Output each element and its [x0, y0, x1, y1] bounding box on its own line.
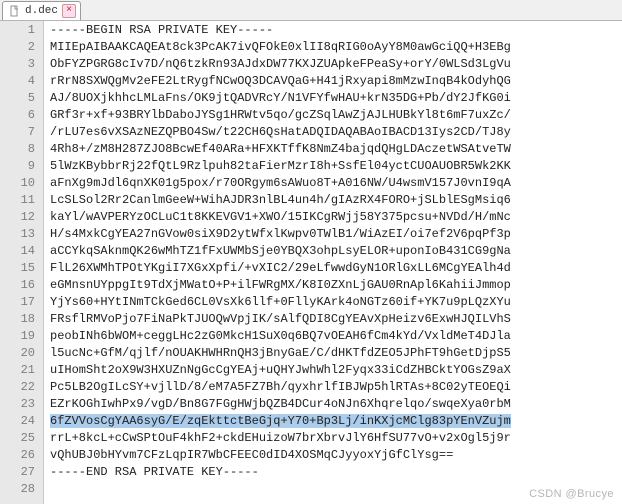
selected-text: 6fZVVosCgYAA6syG/E/zqEkttctBeGjq+Y70+Bp3… [50, 414, 511, 428]
file-icon [9, 5, 21, 17]
line-number: 1 [0, 22, 43, 39]
code-editor[interactable]: 1234567891011121314151617181920212223242… [0, 21, 622, 504]
code-line: -----END RSA PRIVATE KEY----- [50, 464, 622, 481]
code-line: LcSLSol2Rr2CanlmGeeW+WihAJDR3nlBL4un4h/g… [50, 192, 622, 209]
code-line [50, 481, 622, 498]
code-line: kaYl/wAVPERYzOCLuC1t8KKEVGV1+XWO/15IKCgR… [50, 209, 622, 226]
code-area[interactable]: -----BEGIN RSA PRIVATE KEY-----MIIEpAIBA… [44, 21, 622, 504]
code-line: eGMnsnUYppgIt9TdXjMWatO+P+ilFWRgMX/K8I0Z… [50, 277, 622, 294]
code-line: vQhUBJ0bHYvm7CFzLqpIR7WbCFEEC0dID4XOSMqC… [50, 447, 622, 464]
line-number-gutter: 1234567891011121314151617181920212223242… [0, 21, 44, 504]
tab-bar: d.dec × [0, 0, 622, 21]
editor-window: d.dec × 12345678910111213141516171819202… [0, 0, 622, 504]
code-line: uIHomSht2oX9W3HXUZnNgGcCgYEAj+uQHYJwhWhl… [50, 362, 622, 379]
line-number: 2 [0, 39, 43, 56]
code-line: YjYs60+HYtINmTCkGed6CL0VsXk6llf+0FllyKAr… [50, 294, 622, 311]
line-number: 25 [0, 430, 43, 447]
line-number: 9 [0, 158, 43, 175]
line-number: 13 [0, 226, 43, 243]
line-number: 5 [0, 90, 43, 107]
line-number: 27 [0, 464, 43, 481]
file-tab-label: d.dec [25, 5, 62, 17]
line-number: 11 [0, 192, 43, 209]
line-number: 14 [0, 243, 43, 260]
line-number: 10 [0, 175, 43, 192]
code-line: AJ/8UOXjkhhcLMLaFns/OK9jtQADVRcY/N1VFYfw… [50, 90, 622, 107]
code-line: l5ucNc+GfM/qjlf/nOUAKHWHRnQH3jBnyGaE/C/d… [50, 345, 622, 362]
line-number: 4 [0, 73, 43, 90]
line-number: 6 [0, 107, 43, 124]
code-line: rRrN8SXWQgMv2eFE2LtRygfNCwOQ3DCAVQaG+H41… [50, 73, 622, 90]
code-line: peobINh6bWOM+ceggLHc2zG0MkcH1SuX0q6BQ7vO… [50, 328, 622, 345]
code-line: 5lWzKBybbrRj22fQtL9Rzlpuh82taFierMzrI8h+… [50, 158, 622, 175]
code-line: aFnXg9mJdl6qnXK01g5pox/r70ORgym6sAWuo8T+… [50, 175, 622, 192]
line-number: 3 [0, 56, 43, 73]
line-number: 26 [0, 447, 43, 464]
code-line: H/s4MxkCgYEA27nGVow0siX9D2ytWfxlKwpv0TWl… [50, 226, 622, 243]
code-line: MIIEpAIBAAKCAQEAt8ck3PcAK7ivQFOkE0xlII8q… [50, 39, 622, 56]
code-line: Pc5LB2OgILcSY+vjllD/8/eM7A5FZ7Bh/qyxhrlf… [50, 379, 622, 396]
code-line: GRf3r+xf+93BRYlbDaboJYSg1HRWtv5qo/gcZSql… [50, 107, 622, 124]
code-line: -----BEGIN RSA PRIVATE KEY----- [50, 22, 622, 39]
code-line: FRsflRMVoPjo7FiNaPkTJUOQwVpjIK/sAlfQDI8C… [50, 311, 622, 328]
code-line: /rLU7es6vXSAzNEZQPBO4Sw/t22CH6QsHatADQID… [50, 124, 622, 141]
line-number: 8 [0, 141, 43, 158]
line-number: 28 [0, 481, 43, 498]
code-line: rrL+8kcL+cCwSPtOuF4khF2+ckdEHuizoW7brXbr… [50, 430, 622, 447]
code-line: aCCYkqSAknmQK26wMhTZ1fFxUWMbSje0YBQX3ohp… [50, 243, 622, 260]
code-line: ObFYZPGRG8cIv7D/nQ6tzkRn93AJdxDW77KXJZUA… [50, 56, 622, 73]
line-number: 18 [0, 311, 43, 328]
file-tab[interactable]: d.dec × [2, 1, 81, 20]
line-number: 19 [0, 328, 43, 345]
code-line: 4Rh8+/zM8H287ZJO8BcwEf40ARa+HFXKTffK8NmZ… [50, 141, 622, 158]
line-number: 17 [0, 294, 43, 311]
line-number: 16 [0, 277, 43, 294]
line-number: 24 [0, 413, 43, 430]
line-number: 23 [0, 396, 43, 413]
line-number: 12 [0, 209, 43, 226]
line-number: 21 [0, 362, 43, 379]
code-line: EZrKOGhIwhPx9/vgD/Bn8G7FGgHWjbQZB4DCur4o… [50, 396, 622, 413]
line-number: 7 [0, 124, 43, 141]
close-icon[interactable]: × [62, 4, 76, 18]
code-line: 6fZVVosCgYAA6syG/E/zqEkttctBeGjq+Y70+Bp3… [50, 413, 622, 430]
line-number: 15 [0, 260, 43, 277]
code-line: FlL26XWMhTPOtYKgiI7XGxXpfi/+vXIC2/29eLfw… [50, 260, 622, 277]
line-number: 20 [0, 345, 43, 362]
line-number: 22 [0, 379, 43, 396]
